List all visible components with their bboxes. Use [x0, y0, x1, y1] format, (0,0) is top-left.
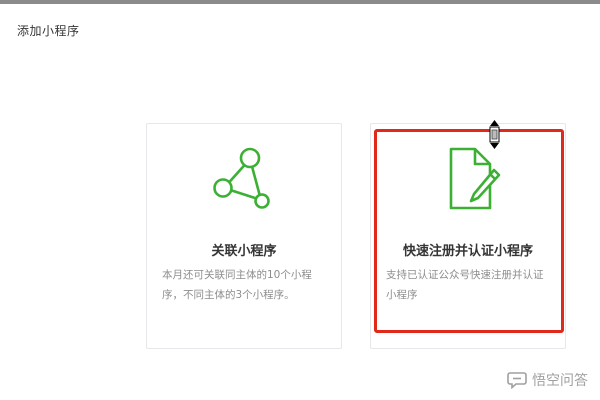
watermark-text: 悟空问答 [532, 373, 588, 389]
document-edit-icon [371, 146, 565, 212]
card-description: 支持已认证公众号快速注册并认证小程序 [386, 269, 544, 301]
page-title: 添加小程序 [17, 24, 80, 38]
top-bar [0, 0, 600, 4]
watermark: 悟空问答 [507, 370, 588, 390]
link-miniprogram-card[interactable]: 关联小程序 本月还可关联同主体的10个小程序，不同主体的3个小程序。 [146, 123, 342, 349]
resize-handle-icon[interactable] [489, 119, 500, 150]
chat-bubble-icon [507, 372, 527, 389]
quick-register-card[interactable]: 快速注册并认证小程序 支持已认证公众号快速注册并认证小程序 [370, 123, 566, 349]
card-title: 快速注册并认证小程序 [402, 244, 533, 259]
card-title: 关联小程序 [211, 244, 277, 259]
card-description: 本月还可关联同主体的10个小程序，不同主体的3个小程序。 [162, 269, 312, 301]
network-nodes-icon [147, 146, 341, 212]
